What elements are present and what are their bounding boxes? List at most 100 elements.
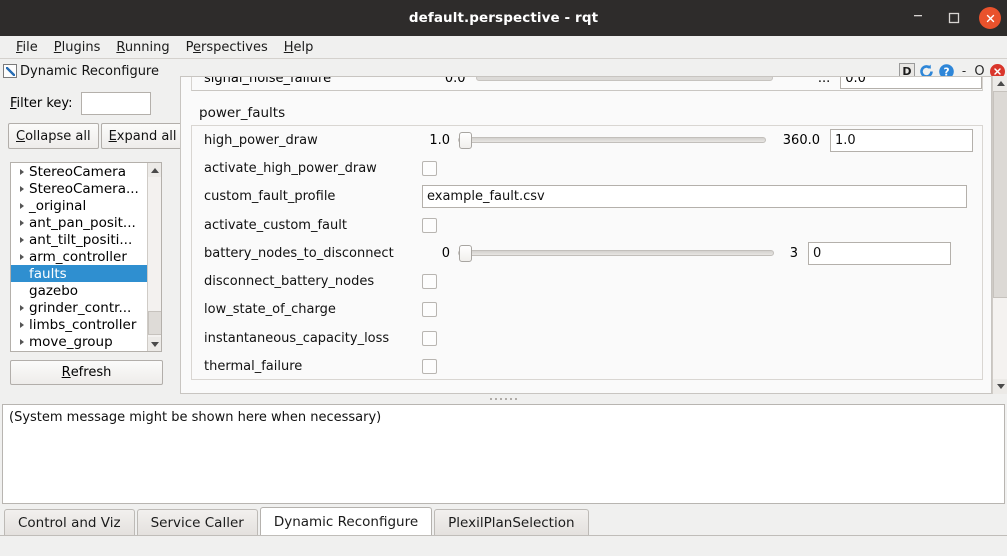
clipped-row-slider[interactable] (475, 77, 773, 81)
parameters-scrollbar-thumb[interactable] (993, 91, 1007, 298)
parameters-scroll-area: signal_noise_failure 0.0 ... 0.0 power_f… (180, 76, 992, 394)
plugin-title: Dynamic Reconfigure (20, 63, 159, 79)
tree-item-label: ant_pan_posit... (29, 214, 136, 231)
expand-triangle-icon[interactable] (15, 322, 29, 328)
checkbox-activate-high-power-draw[interactable] (422, 160, 437, 176)
tab-control-and-viz[interactable]: Control and Viz (4, 509, 135, 535)
close-icon (986, 14, 994, 22)
tree-item-label: gazebo (29, 282, 79, 299)
menu-file[interactable]: File (8, 38, 46, 57)
checkbox-thermal-failure[interactable] (422, 359, 437, 375)
slider-handle[interactable] (459, 245, 472, 263)
scroll-up-arrow-icon[interactable] (148, 163, 161, 177)
tree-item-grinder-contr[interactable]: grinder_contr... (11, 299, 148, 316)
group-label-power-faults: power_faults (199, 105, 286, 121)
slider-battery-nodes-to-disconnect[interactable] (458, 245, 774, 263)
param-label: custom_fault_profile (204, 189, 336, 205)
menu-running[interactable]: Running (108, 38, 177, 57)
expand-triangle-icon[interactable] (15, 305, 29, 311)
tab-label: Service Caller (150, 514, 244, 531)
tab-plexilplanselection[interactable]: PlexilPlanSelection (434, 509, 589, 535)
tree-item-label: ant_tilt_positi... (29, 231, 133, 248)
tree-item-stereocamera[interactable]: StereoCamera (11, 163, 148, 180)
minimize-icon (914, 14, 922, 16)
tree-scrollbar[interactable] (147, 163, 161, 351)
param-label: instantaneous_capacity_loss (204, 330, 390, 346)
expand-triangle-icon[interactable] (15, 186, 29, 192)
tree-item-gazebo[interactable]: gazebo (11, 282, 148, 299)
slider-handle[interactable] (459, 132, 472, 150)
slider-high-power-draw[interactable] (458, 132, 766, 150)
tree-item-ant-tilt-positi[interactable]: ant_tilt_positi... (11, 231, 148, 248)
collapse-all-button[interactable]: Collapse all (8, 123, 99, 149)
tree-item-label: _original (29, 197, 87, 214)
menubar: File Plugins Running Perspectives Help (0, 36, 1007, 59)
param-label: activate_custom_fault (204, 217, 347, 233)
system-message-box: (System message might be shown here when… (2, 404, 1005, 504)
expand-triangle-icon[interactable] (15, 237, 29, 243)
window-title: default.perspective - rqt (408, 10, 599, 26)
menu-help[interactable]: Help (276, 38, 322, 57)
scroll-down-arrow-icon[interactable] (148, 337, 161, 351)
tree-item-move-group[interactable]: move_group (11, 333, 148, 350)
param-label: activate_high_power_draw (204, 160, 377, 176)
tree-buttons: Collapse all Expand all (0, 121, 185, 149)
expand-triangle-icon[interactable] (15, 169, 29, 175)
tree-item-ant-pan-posit[interactable]: ant_pan_posit... (11, 214, 148, 231)
window-close-button[interactable] (979, 7, 1001, 29)
tab-service-caller[interactable]: Service Caller (136, 509, 258, 535)
param-row-thermal-failure: thermal_failure (192, 352, 982, 380)
tab-label: PlexilPlanSelection (448, 514, 575, 531)
refresh-button[interactable]: Refresh (10, 360, 163, 385)
param-label: high_power_draw (204, 132, 318, 148)
checkbox-activate-custom-fault[interactable] (422, 217, 437, 233)
tree-item-label: arm_controller (29, 248, 127, 265)
window-maximize-button[interactable] (943, 7, 965, 29)
tree-item-label: StereoCamera... (29, 180, 139, 197)
clipped-row-value-field[interactable]: 0.0 (840, 77, 982, 89)
slider-value-input-battery-nodes-to-disconnect[interactable]: 0 (808, 241, 951, 265)
param-label: low_state_of_charge (204, 302, 336, 318)
tab-label: Control and Viz (18, 514, 121, 531)
param-row-low-state-of-charge: low_state_of_charge (192, 296, 982, 324)
pencil-icon (3, 64, 17, 78)
scroll-down-arrow-icon[interactable] (993, 379, 1007, 394)
clipped-parameter-row: signal_noise_failure 0.0 ... 0.0 (181, 77, 991, 91)
parameters-panel: signal_noise_failure 0.0 ... 0.0 power_f… (180, 76, 1007, 394)
text-input-custom-fault-profile[interactable]: example_fault.csv (422, 185, 967, 209)
param-row-activate-custom-fault: activate_custom_fault (192, 211, 982, 239)
parameters-scrollbar[interactable] (992, 76, 1007, 394)
parameter-tree[interactable]: StereoCamera StereoCamera... _original ant_… (10, 162, 162, 352)
scroll-up-arrow-icon[interactable] (993, 76, 1007, 91)
expand-triangle-icon[interactable] (15, 339, 29, 345)
expand-triangle-icon[interactable] (15, 220, 29, 226)
checkbox-low-state-of-charge[interactable] (422, 302, 437, 318)
tree-item--original[interactable]: _original (11, 197, 148, 214)
tree-scrollbar-thumb[interactable] (148, 311, 161, 335)
checkbox-disconnect-battery-nodes[interactable] (422, 274, 437, 290)
expand-triangle-icon[interactable] (15, 203, 29, 209)
tree-item-faults[interactable]: faults (11, 265, 148, 282)
param-row-disconnect-battery-nodes: disconnect_battery_nodes (192, 267, 982, 295)
panel-splitter[interactable] (0, 394, 1007, 404)
checkbox-instantaneous-capacity-loss[interactable] (422, 330, 437, 346)
param-row-battery-nodes-to-disconnect: battery_nodes_to_disconnect 0 3 0 (192, 239, 982, 267)
close-icon (994, 67, 1001, 75)
window-minimize-button[interactable] (907, 7, 929, 29)
menu-plugins[interactable]: Plugins (46, 38, 109, 57)
splitter-grip-icon (490, 398, 517, 400)
expand-all-button[interactable]: Expand all (100, 123, 185, 149)
parameter-rows: high_power_draw 1.0 360.0 1.0 activate_high_… (192, 126, 982, 381)
param-row-activate-high-power-draw: activate_high_power_draw (192, 154, 982, 182)
filter-key-input[interactable] (80, 92, 151, 115)
menu-perspectives[interactable]: Perspectives (178, 38, 276, 57)
slider-value-input-high-power-draw[interactable]: 1.0 (830, 128, 973, 152)
tab-dynamic-reconfigure[interactable]: Dynamic Reconfigure (259, 507, 433, 535)
tab-label: Dynamic Reconfigure (273, 513, 419, 530)
tree-item-arm-controller[interactable]: arm_controller (11, 248, 148, 265)
tree-item-stereocamera[interactable]: StereoCamera... (11, 180, 148, 197)
expand-triangle-icon[interactable] (15, 254, 29, 260)
tree-item-limbs-controller[interactable]: limbs_controller (11, 316, 148, 333)
tree-list: StereoCamera StereoCamera... _original ant_… (11, 163, 148, 350)
rqt-window: default.perspective - rqt File Plugins R… (0, 0, 1007, 556)
